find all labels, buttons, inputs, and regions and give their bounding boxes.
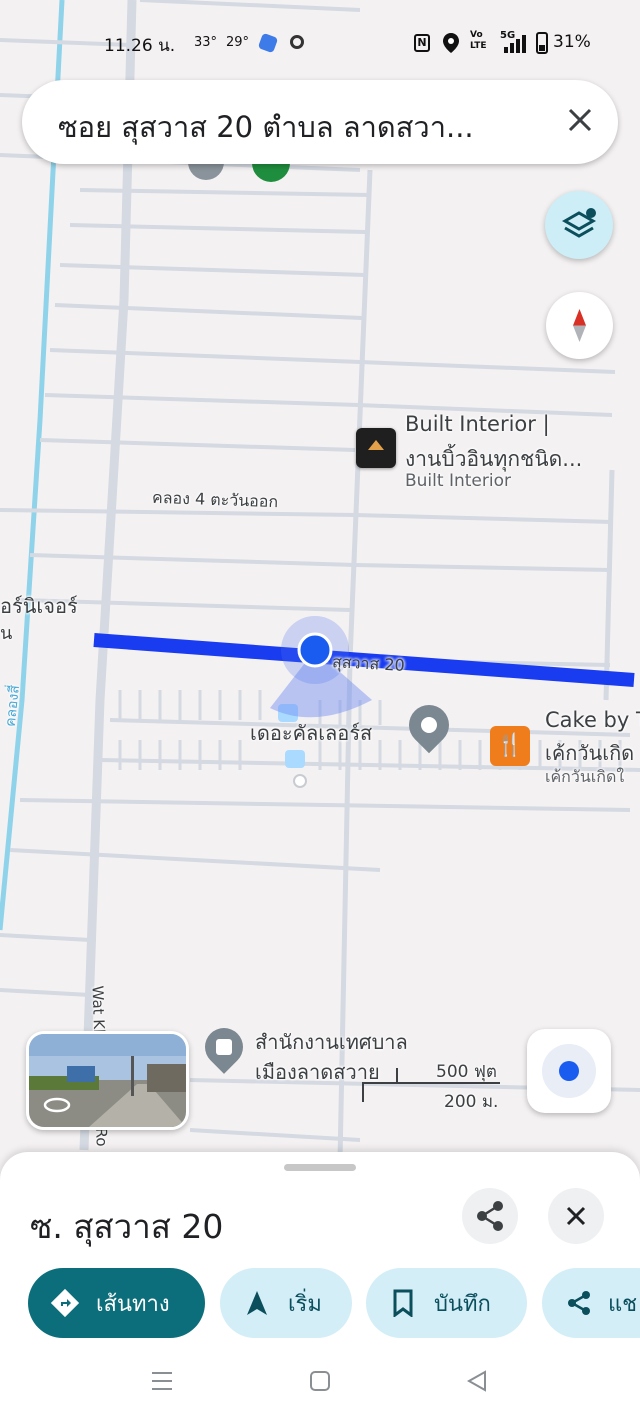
poi-built-interior-category: Built Interior bbox=[405, 471, 511, 491]
close-icon bbox=[566, 1206, 586, 1226]
sheet-drag-handle[interactable] bbox=[284, 1164, 356, 1171]
share-chip-button[interactable]: แช bbox=[542, 1268, 640, 1338]
start-label: เริ่ม bbox=[288, 1291, 322, 1317]
map-canvas[interactable]: Built Interior | งานบิ้วอินทุกชนิด... Bu… bbox=[0, 0, 640, 1170]
share-icon bbox=[568, 1291, 590, 1315]
signal-icon bbox=[504, 35, 526, 53]
layers-button[interactable] bbox=[545, 191, 613, 259]
home-icon[interactable] bbox=[309, 1370, 331, 1392]
poi-office-line1[interactable]: สำนักงานเทศบาล bbox=[255, 1026, 408, 1058]
volte-icon: Vo LTE bbox=[470, 30, 487, 51]
battery-icon bbox=[536, 32, 548, 54]
road-label-rd: Ro bbox=[92, 1127, 111, 1147]
start-button[interactable]: เริ่ม bbox=[220, 1268, 352, 1338]
road-label-klong4: คลอง 4 ตะวันออก bbox=[151, 487, 279, 512]
directions-button[interactable]: เส้นทาง bbox=[28, 1268, 205, 1338]
directions-label: เส้นทาง bbox=[96, 1291, 170, 1317]
weather-app-icon bbox=[257, 32, 279, 54]
close-sheet-button[interactable] bbox=[548, 1188, 604, 1244]
bookmark-icon bbox=[393, 1289, 413, 1317]
scale-meter-label: 200 ม. bbox=[444, 1092, 499, 1112]
poi-built-interior-name[interactable]: Built Interior | bbox=[405, 412, 550, 436]
poi-built-interior-icon[interactable] bbox=[356, 428, 396, 468]
status-bar: 11.26 น. 33° 29° N Vo LTE 5G 31% bbox=[0, 26, 640, 60]
navigation-arrow-icon bbox=[247, 1291, 267, 1315]
poi-cake-category: เค้กวันเกิดใ bbox=[545, 767, 625, 786]
my-location-icon bbox=[542, 1044, 596, 1098]
status-temp-low: 29° bbox=[226, 35, 250, 50]
place-title: ซ. สุสวาส 20 bbox=[30, 1207, 224, 1246]
poi-left-label-2: น bbox=[0, 623, 13, 644]
share-icon bbox=[477, 1201, 503, 1231]
status-temp-high: 33° bbox=[194, 35, 218, 50]
compass-button[interactable] bbox=[546, 292, 613, 359]
my-location-button[interactable] bbox=[527, 1029, 611, 1113]
back-icon[interactable] bbox=[466, 1370, 488, 1392]
chrome-icon bbox=[290, 35, 304, 49]
location-icon bbox=[443, 33, 459, 53]
road-label-susawat-20: สุสวาส 20 bbox=[331, 652, 406, 675]
recent-apps-icon[interactable] bbox=[150, 1370, 174, 1392]
clear-search-button[interactable] bbox=[566, 102, 594, 134]
street-view-thumbnail[interactable] bbox=[26, 1031, 189, 1130]
poi-cake-name[interactable]: Cake by T bbox=[545, 708, 640, 732]
scale-bar: 500 ฟุต 200 ม. bbox=[362, 1058, 500, 1112]
close-icon bbox=[568, 108, 592, 132]
poi-the-colors-name[interactable]: เดอะคัลเลอร์ส bbox=[250, 717, 372, 749]
compass-icon bbox=[573, 309, 586, 342]
status-time: 11.26 น. bbox=[104, 36, 176, 56]
restaurant-icon[interactable]: 🍴 bbox=[490, 726, 530, 766]
share-chip-label: แช bbox=[608, 1291, 638, 1317]
search-bar[interactable]: ซอย สุสวาส 20 ตำบล ลาดสวา... bbox=[22, 80, 618, 164]
directions-icon bbox=[50, 1288, 80, 1318]
save-button[interactable]: บันทึก bbox=[366, 1268, 527, 1338]
search-query[interactable]: ซอย สุสวาส 20 ตำบล ลาดสวา... bbox=[58, 104, 474, 150]
system-nav-bar bbox=[0, 1362, 640, 1402]
scale-feet-label: 500 ฟุต bbox=[436, 1062, 497, 1082]
battery-level: 31% bbox=[553, 32, 591, 52]
street-view-360-icon bbox=[43, 1097, 71, 1113]
poi-office-line2[interactable]: เมืองลาดสวาย bbox=[255, 1056, 380, 1088]
nfc-icon: N bbox=[414, 34, 430, 52]
save-label: บันทึก bbox=[434, 1291, 491, 1317]
share-button[interactable] bbox=[462, 1188, 518, 1244]
canal-label: คลองสี่ bbox=[2, 684, 24, 728]
layers-icon bbox=[561, 208, 597, 238]
